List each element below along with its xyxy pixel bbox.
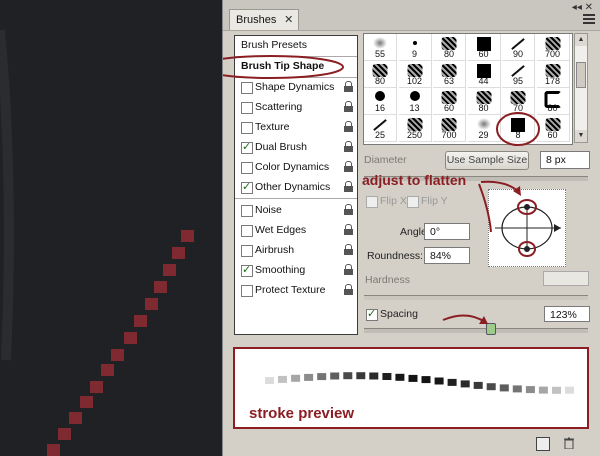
preview-stroke-dab xyxy=(538,386,548,394)
preview-stroke-dab xyxy=(382,373,392,380)
preview-stroke-dab xyxy=(552,386,561,394)
preview-stroke-dab xyxy=(408,374,418,382)
preview-stroke-dab xyxy=(473,381,483,389)
brush-stroke-dots xyxy=(0,29,194,456)
preview-stroke-dab xyxy=(330,372,340,380)
preview-stroke-dab xyxy=(317,373,327,381)
brushes-panel: Brushes ✕ ◂◂ ✕ Brush Presets Brush Tip S… xyxy=(222,0,600,456)
preview-stroke-dab xyxy=(447,378,457,386)
preview-stroke-dab xyxy=(525,386,535,394)
preview-stroke-dab xyxy=(486,383,496,391)
annotation-stroke-preview: stroke preview xyxy=(249,405,355,422)
preview-stroke-dab xyxy=(291,374,301,382)
document-canvas xyxy=(0,0,222,456)
preview-stroke-dab xyxy=(460,380,470,388)
preview-stroke-dab xyxy=(565,386,574,394)
preview-stroke-dab xyxy=(304,373,314,381)
stroke-preview: stroke preview xyxy=(233,347,589,429)
preview-stroke-dab xyxy=(356,372,366,380)
trash-icon[interactable] xyxy=(563,437,575,450)
preview-stroke-dab xyxy=(369,372,379,380)
preview-stroke-dab xyxy=(421,376,431,384)
preview-stroke-dab xyxy=(395,373,405,381)
new-preset-icon[interactable] xyxy=(536,437,550,451)
preview-stroke-dab xyxy=(343,372,353,380)
preview-stroke-dab xyxy=(499,384,509,392)
preview-stroke-dab xyxy=(512,385,522,393)
preview-stroke-dab xyxy=(434,377,444,385)
preview-stroke-dab xyxy=(278,375,287,383)
preview-stroke-dab xyxy=(265,377,274,384)
